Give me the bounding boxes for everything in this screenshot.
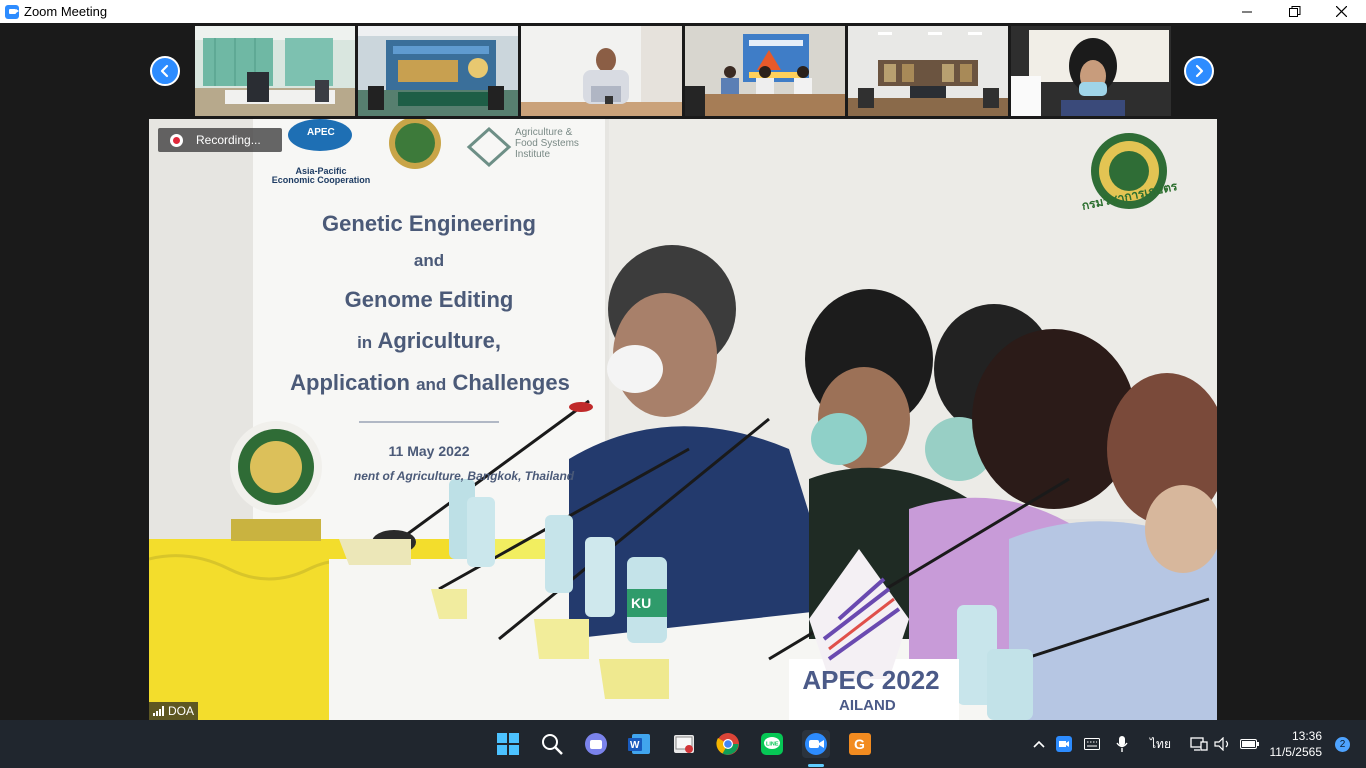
microphone-tray-button[interactable] (1116, 720, 1128, 768)
apec-nameplate-sub: AILAND (839, 697, 896, 714)
windows-taskbar: W LINE G ไทย 13:36 11/5/2565 2 (0, 720, 1366, 768)
minimize-icon (1242, 11, 1252, 12)
word-icon: W (628, 734, 650, 754)
participant-name: DOA (168, 704, 195, 718)
afsi-logo-caption: Agriculture & Food Systems Institute (515, 127, 579, 160)
battery-button[interactable] (1240, 720, 1260, 768)
window-title: Zoom Meeting (24, 4, 108, 19)
participant-video-tile[interactable] (684, 26, 845, 116)
microphone-icon (1116, 736, 1128, 752)
start-button[interactable] (494, 730, 522, 758)
input-language-indicator[interactable]: ไทย (1150, 720, 1171, 768)
apec-nameplate: APEC 2022 (802, 665, 940, 695)
svg-text:LINE: LINE (766, 742, 779, 748)
foxit-reader-button[interactable]: G (846, 730, 874, 758)
svg-text:G: G (854, 736, 865, 752)
restore-icon (1289, 5, 1301, 17)
poster-line-2: and (413, 251, 445, 270)
participant-video-tile[interactable] (358, 26, 519, 116)
system-clock[interactable]: 13:36 11/5/2565 (1270, 728, 1323, 760)
close-icon (1335, 6, 1347, 17)
zoom-tray-icon[interactable] (1056, 720, 1072, 768)
poster-date: 11 May 2022 (388, 443, 470, 459)
participant-name-label: DOA (149, 702, 199, 720)
chrome-button[interactable] (714, 730, 742, 758)
svg-text:W: W (630, 740, 640, 751)
pdf-reader-icon: G (849, 733, 871, 755)
recording-indicator[interactable]: Recording... (158, 128, 282, 152)
meeting-stage: Asia-Pacific Economic Cooperation APEC A… (0, 23, 1366, 720)
minimize-button[interactable] (1224, 0, 1270, 23)
poster-venue: nent of Agriculture, Bangkok, Thailand (353, 469, 575, 483)
clock-date: 11/5/2565 (1269, 745, 1323, 759)
zoom-tray-camera-icon (1056, 736, 1072, 752)
poster-line-5-big1: Application (290, 370, 410, 395)
poster-line-5: Application and Challenges (245, 370, 615, 396)
windows-logo-icon (497, 733, 519, 755)
signal-strength-icon (153, 706, 164, 716)
word-button[interactable]: W (626, 730, 654, 758)
poster-line-5-big2: Challenges (452, 370, 570, 395)
active-app-indicator (808, 764, 824, 767)
clock-time: 13:36 (1291, 729, 1322, 743)
apec-logo-caption: Asia-Pacific Economic Cooperation (271, 166, 371, 185)
chevron-right-icon (1195, 64, 1204, 78)
restore-button[interactable] (1272, 0, 1318, 23)
line-app-button[interactable]: LINE (758, 730, 786, 758)
poster-line-4-big: Agriculture, (377, 328, 501, 353)
speaker-icon (1214, 737, 1229, 751)
chrome-icon (716, 733, 739, 755)
participant-video-tile[interactable] (1010, 26, 1172, 116)
previous-page-button[interactable] (150, 56, 180, 86)
close-button[interactable] (1318, 0, 1364, 23)
network-button[interactable] (1190, 720, 1208, 768)
keyboard-icon (1084, 738, 1100, 750)
volume-button[interactable] (1214, 720, 1232, 768)
active-speaker-video[interactable]: Asia-Pacific Economic Cooperation APEC A… (149, 119, 1217, 720)
touch-keyboard-button[interactable] (1084, 720, 1100, 768)
zoom-taskbar-button[interactable] (802, 730, 830, 758)
title-bar: Zoom Meeting (0, 0, 1366, 23)
chat-button[interactable] (582, 730, 610, 758)
search-button[interactable] (538, 730, 566, 758)
participant-video-tile[interactable] (521, 26, 682, 116)
poster-line-1: Genetic Engineering (322, 211, 536, 236)
poster-line-5-small: and (416, 375, 447, 394)
chevron-up-icon (1033, 740, 1045, 748)
next-page-button[interactable] (1184, 56, 1214, 86)
participant-thumbnail-strip (195, 26, 1172, 116)
poster-line-4: in Agriculture, (253, 328, 605, 354)
line-app-icon: LINE (761, 733, 783, 755)
snipping-tool-button[interactable] (670, 730, 698, 758)
zoom-app-icon (5, 4, 19, 19)
zoom-icon (805, 733, 827, 755)
participant-video-tile[interactable] (847, 26, 1008, 116)
battery-icon (1240, 739, 1259, 749)
recording-cloud-icon (170, 133, 183, 147)
teams-chat-icon (585, 733, 607, 755)
snipping-tool-icon (674, 735, 694, 753)
show-hidden-icons-button[interactable] (1032, 720, 1046, 768)
poster-line-4-small: in (357, 333, 373, 352)
apec-logo: APEC (307, 127, 335, 138)
water-bottle-label: KU (631, 595, 652, 611)
chevron-left-icon (160, 64, 169, 78)
network-icon (1190, 737, 1208, 751)
poster-line-3: Genome Editing (344, 287, 514, 312)
search-icon (542, 734, 563, 755)
notification-badge[interactable]: 2 (1335, 737, 1350, 752)
recording-label: Recording... (196, 133, 261, 147)
participant-video-tile[interactable] (195, 26, 356, 116)
